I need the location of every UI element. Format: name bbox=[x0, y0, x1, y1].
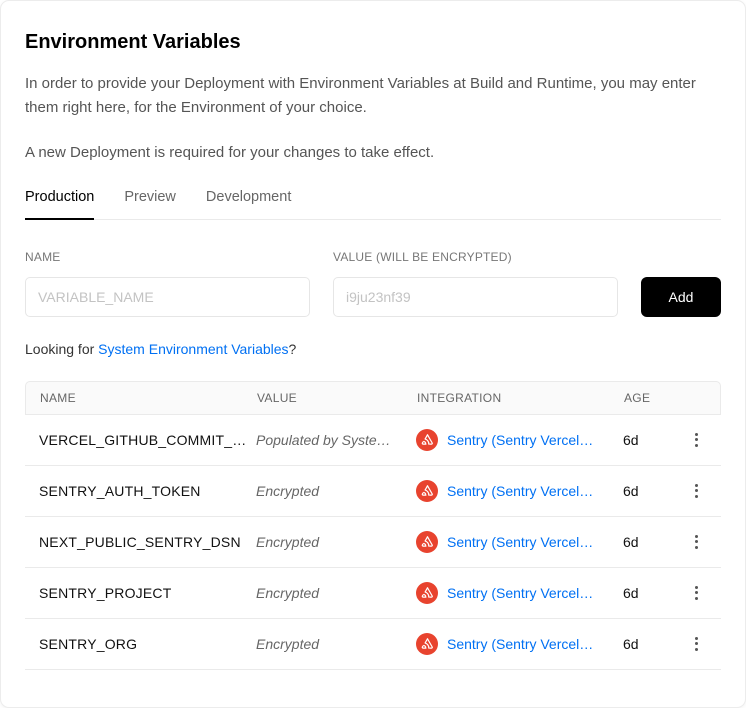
env-age: 6d bbox=[623, 534, 685, 550]
env-integration: Sentry (Sentry Vercel… bbox=[416, 531, 623, 553]
table-row: SENTRY_AUTH_TOKEN Encrypted Sentry (Sent… bbox=[25, 466, 721, 517]
description-line-1: In order to provide your Deployment with… bbox=[25, 72, 715, 121]
tab-production[interactable]: Production bbox=[25, 189, 94, 220]
header-name: NAME bbox=[40, 391, 257, 405]
integration-link[interactable]: Sentry (Sentry Vercel… bbox=[447, 636, 613, 652]
value-field-group: VALUE (WILL BE ENCRYPTED) bbox=[333, 250, 618, 317]
env-value: Encrypted bbox=[256, 585, 416, 601]
environment-tabs: Production Preview Development bbox=[25, 189, 721, 220]
table-row: VERCEL_GITHUB_COMMIT_… Populated by Syst… bbox=[25, 415, 721, 466]
environment-variables-panel: Environment Variables In order to provid… bbox=[0, 0, 746, 708]
header-integration: INTEGRATION bbox=[417, 391, 624, 405]
integration-link[interactable]: Sentry (Sentry Vercel… bbox=[447, 585, 613, 601]
header-age: AGE bbox=[624, 391, 686, 405]
kebab-menu-icon[interactable] bbox=[688, 479, 705, 503]
table-row: NEXT_PUBLIC_SENTRY_DSN Encrypted Sentry … bbox=[25, 517, 721, 568]
system-env-hint: Looking for System Environment Variables… bbox=[25, 341, 721, 357]
env-value: Populated by Syste… bbox=[256, 432, 416, 448]
table-row: SENTRY_ORG Encrypted Sentry (Sentry Verc… bbox=[25, 619, 721, 670]
add-button[interactable]: Add bbox=[641, 277, 721, 317]
variable-value-input[interactable] bbox=[333, 277, 618, 317]
integration-link[interactable]: Sentry (Sentry Vercel… bbox=[447, 432, 613, 448]
table-row: SENTRY_PROJECT Encrypted Sentry (Sentry … bbox=[25, 568, 721, 619]
env-name: SENTRY_PROJECT bbox=[39, 585, 256, 601]
env-vars-table: NAME VALUE INTEGRATION AGE VERCEL_GITHUB… bbox=[25, 381, 721, 670]
value-label: VALUE (WILL BE ENCRYPTED) bbox=[333, 250, 618, 264]
env-name: VERCEL_GITHUB_COMMIT_… bbox=[39, 432, 256, 448]
description-line-2: A new Deployment is required for your ch… bbox=[25, 141, 715, 165]
sentry-icon bbox=[416, 531, 438, 553]
env-name: SENTRY_ORG bbox=[39, 636, 256, 652]
system-env-link[interactable]: System Environment Variables bbox=[98, 341, 288, 357]
env-age: 6d bbox=[623, 432, 685, 448]
table-header: NAME VALUE INTEGRATION AGE bbox=[25, 381, 721, 415]
add-button-group: Add bbox=[641, 277, 721, 317]
env-age: 6d bbox=[623, 483, 685, 499]
tab-development[interactable]: Development bbox=[206, 189, 291, 219]
env-integration: Sentry (Sentry Vercel… bbox=[416, 429, 623, 451]
integration-link[interactable]: Sentry (Sentry Vercel… bbox=[447, 483, 613, 499]
kebab-menu-icon[interactable] bbox=[688, 632, 705, 656]
tab-preview[interactable]: Preview bbox=[124, 189, 176, 219]
sentry-icon bbox=[416, 633, 438, 655]
sentry-icon bbox=[416, 429, 438, 451]
env-integration: Sentry (Sentry Vercel… bbox=[416, 480, 623, 502]
env-name: SENTRY_AUTH_TOKEN bbox=[39, 483, 256, 499]
system-env-suffix: ? bbox=[289, 341, 297, 357]
env-integration: Sentry (Sentry Vercel… bbox=[416, 582, 623, 604]
add-variable-form: NAME VALUE (WILL BE ENCRYPTED) Add bbox=[25, 250, 721, 317]
name-field-group: NAME bbox=[25, 250, 310, 317]
env-age: 6d bbox=[623, 585, 685, 601]
page-title: Environment Variables bbox=[25, 31, 721, 54]
integration-link[interactable]: Sentry (Sentry Vercel… bbox=[447, 534, 613, 550]
env-value: Encrypted bbox=[256, 534, 416, 550]
sentry-icon bbox=[416, 480, 438, 502]
kebab-menu-icon[interactable] bbox=[688, 581, 705, 605]
variable-name-input[interactable] bbox=[25, 277, 310, 317]
env-name: NEXT_PUBLIC_SENTRY_DSN bbox=[39, 534, 256, 550]
env-age: 6d bbox=[623, 636, 685, 652]
kebab-menu-icon[interactable] bbox=[688, 530, 705, 554]
name-label: NAME bbox=[25, 250, 310, 264]
env-value: Encrypted bbox=[256, 636, 416, 652]
env-value: Encrypted bbox=[256, 483, 416, 499]
env-integration: Sentry (Sentry Vercel… bbox=[416, 633, 623, 655]
sentry-icon bbox=[416, 582, 438, 604]
header-value: VALUE bbox=[257, 391, 417, 405]
system-env-prefix: Looking for bbox=[25, 341, 98, 357]
kebab-menu-icon[interactable] bbox=[688, 428, 705, 452]
